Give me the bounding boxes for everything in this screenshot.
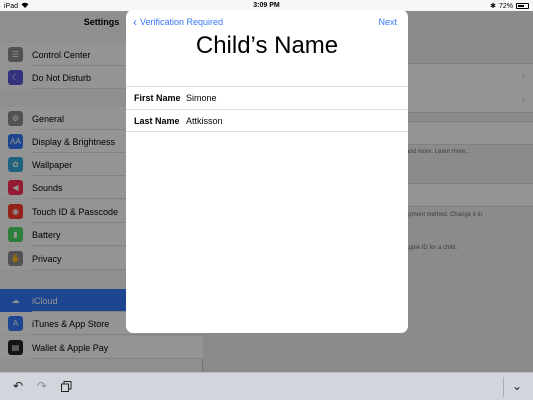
dismiss-keyboard-chevron-down-icon[interactable]: ⌄ [509, 378, 525, 394]
toolbar-divider [503, 377, 504, 397]
first-name-row[interactable]: First Name Simone [126, 86, 408, 109]
battery-indicator-icon [516, 3, 529, 9]
undo-icon[interactable]: ↶ [10, 378, 26, 394]
first-name-field[interactable]: Simone [186, 93, 217, 103]
battery-percent: 72% [498, 2, 513, 10]
paste-icon[interactable] [58, 378, 74, 394]
back-button-label: Verification Required [140, 17, 224, 27]
modal-title: Child’s Name [195, 32, 339, 59]
redo-icon[interactable]: ↷ [34, 378, 50, 394]
battery-fill [518, 5, 525, 7]
last-name-field[interactable]: Attkisson [186, 116, 223, 126]
next-button[interactable]: Next [378, 17, 397, 27]
status-time: 3:09 PM [253, 2, 280, 9]
keyboard-shortcut-bar: ↶ ↷ ⌄ [0, 372, 533, 400]
verification-back-button[interactable]: ‹ Verification Required [133, 14, 224, 29]
childs-name-modal: ‹ Verification Required Next Child’s Nam… [126, 10, 408, 333]
first-name-label: First Name [134, 93, 181, 103]
chevron-left-icon: ‹ [133, 14, 137, 29]
status-right: ✱ 72% [490, 2, 529, 10]
last-name-label: Last Name [134, 115, 180, 126]
last-name-row[interactable]: Last Name Attkisson [126, 109, 408, 132]
bluetooth-icon: ✱ [490, 3, 496, 10]
